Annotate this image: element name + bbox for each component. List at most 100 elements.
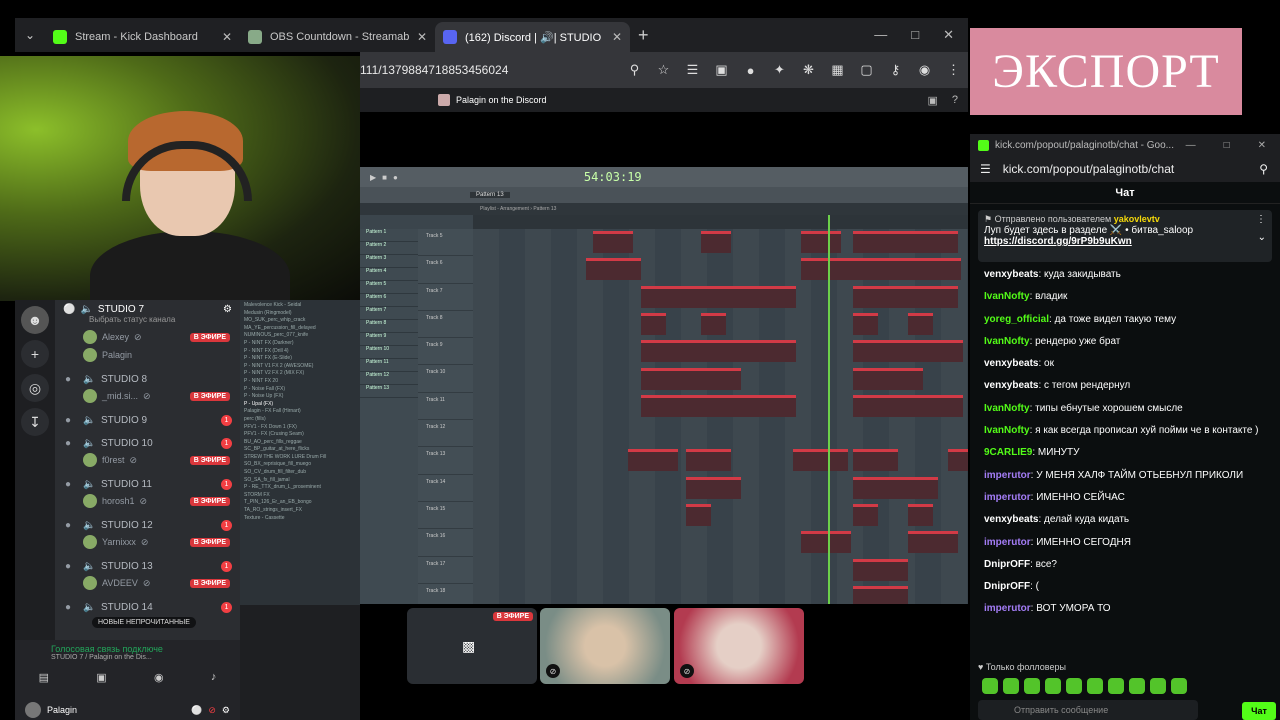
fl-pattern-item[interactable]: Pattern 9 xyxy=(360,333,418,346)
fl-track-header[interactable]: Track 13 xyxy=(418,447,473,475)
close-window-icon[interactable]: ✕ xyxy=(1258,140,1266,151)
fl-pattern-clip[interactable] xyxy=(586,258,641,281)
fl-pattern-clip[interactable] xyxy=(641,394,796,417)
fl-pattern-clip[interactable] xyxy=(853,231,913,253)
fl-browser-item[interactable]: P - Upal (FX) xyxy=(244,401,356,409)
voice-user[interactable]: Yarnixxx ⊘ В ЭФИРЕ xyxy=(55,533,240,551)
zoom-icon[interactable]: ⚲ xyxy=(620,62,649,78)
extensions-puzzle-icon[interactable]: ▦ xyxy=(823,62,852,78)
voice-channel-item[interactable]: ● 🔈 STUDIO 8 xyxy=(55,372,240,387)
fl-pattern-item[interactable]: Pattern 4 xyxy=(360,268,418,281)
pinned-user[interactable]: yakovlevtv xyxy=(1114,214,1160,224)
fl-track-header[interactable]: Track 18 xyxy=(418,584,473,604)
fl-browser-item[interactable]: PFV1 - FX Down 1 (FX) xyxy=(244,424,356,432)
close-window-icon[interactable]: ✕ xyxy=(943,27,954,43)
voice-channel-item[interactable]: ● 🔈 STUDIO 12 1 xyxy=(55,518,240,533)
fl-browser-item[interactable]: P - NINT V2 FX 2 (MIX FX) xyxy=(244,370,356,378)
fl-browser-item[interactable]: BU_AO_perc_fills_reggae xyxy=(244,439,356,447)
voice-user[interactable]: f0rest ⊘ В ЭФИРЕ xyxy=(55,451,240,469)
chat-input[interactable]: Отправить сообщение xyxy=(978,700,1198,720)
server-avatar[interactable]: ☻ xyxy=(21,306,49,334)
fl-pattern-clip[interactable] xyxy=(908,476,938,499)
maximize-icon[interactable]: □ xyxy=(911,27,919,43)
user-settings-gear-icon[interactable]: ⚙ xyxy=(222,705,240,716)
help-icon[interactable]: ? xyxy=(952,94,958,107)
chat-username[interactable]: imperutor xyxy=(984,603,1031,614)
tab-close-icon[interactable]: ✕ xyxy=(222,30,232,44)
chat-username[interactable]: imperutor xyxy=(984,470,1031,481)
fl-browser-item[interactable]: MA_YE_percussion_fill_delayed xyxy=(244,325,356,333)
fl-pattern-clip[interactable] xyxy=(908,531,958,554)
fl-pattern-clip[interactable] xyxy=(908,231,958,253)
fl-pattern-item[interactable]: Pattern 1 xyxy=(360,229,418,242)
voice-channel-item[interactable]: ● 🔈 STUDIO 9 1 xyxy=(55,413,240,428)
screen-share-icon[interactable]: ▣ xyxy=(96,671,106,684)
fl-track-header[interactable]: Track 16 xyxy=(418,529,473,557)
fl-pattern-clip[interactable] xyxy=(641,312,666,335)
fl-track-header[interactable]: Track 12 xyxy=(418,420,473,448)
chat-username[interactable]: DniprOFF xyxy=(984,581,1030,592)
fl-pattern-item[interactable]: Pattern 13 xyxy=(360,385,418,398)
chat-username[interactable]: imperutor xyxy=(984,492,1031,503)
play-icon[interactable]: ▶ xyxy=(370,173,376,182)
voice-channel-item[interactable]: ● 🔈 STUDIO 11 1 xyxy=(55,477,240,492)
fl-pattern-clip[interactable] xyxy=(701,312,726,335)
fl-browser-item[interactable]: P - NINT FX (E-Slide) xyxy=(244,355,356,363)
fl-browser-item[interactable]: P - Noise Fall (FX) xyxy=(244,386,356,394)
fl-pattern-selector[interactable]: Pattern 13 xyxy=(470,192,510,198)
fl-browser-item[interactable]: TA_RO_strings_insert_FX xyxy=(244,507,356,515)
minimize-icon[interactable]: — xyxy=(1186,140,1196,151)
fl-pattern-item[interactable]: Pattern 12 xyxy=(360,372,418,385)
fl-browser-item[interactable]: P - Noise Up (FX) xyxy=(244,393,356,401)
download-icon[interactable]: ↧ xyxy=(21,408,49,436)
fl-pattern-clip[interactable] xyxy=(628,449,678,472)
emote-icon[interactable] xyxy=(1150,678,1166,694)
site-info-icon[interactable]: ☰ xyxy=(980,162,991,176)
chat-username[interactable]: venxybeats xyxy=(984,269,1038,280)
menu-kebab-icon[interactable]: ⋮ xyxy=(939,62,968,78)
activity-gamepad-icon[interactable]: ◉ xyxy=(154,671,164,684)
fl-pattern-clip[interactable] xyxy=(686,449,731,472)
tab-close-icon[interactable]: ✕ xyxy=(612,30,622,44)
fl-browser-item[interactable]: Palagin - FX Fall (Hirnart) xyxy=(244,408,356,416)
emote-icon[interactable] xyxy=(982,678,998,694)
more-kebab-icon[interactable]: ⋮ xyxy=(1256,214,1266,225)
voice-channel-item[interactable]: ● 🔈 STUDIO 10 1 xyxy=(55,436,240,451)
screen-share-tile[interactable]: В ЭФИРЕ ▩ xyxy=(407,608,537,684)
fl-pattern-clip[interactable] xyxy=(801,258,961,281)
minimize-icon[interactable]: — xyxy=(874,27,887,43)
fl-pattern-item[interactable]: Pattern 8 xyxy=(360,320,418,333)
fl-pattern-clip[interactable] xyxy=(853,312,878,335)
voice-channel-item[interactable]: ● 🔈 STUDIO 14 1 xyxy=(55,600,240,615)
chat-username[interactable]: imperutor xyxy=(984,537,1031,548)
fl-pattern-clip[interactable] xyxy=(853,367,923,390)
extension-icon[interactable]: ✦ xyxy=(765,62,794,78)
emote-icon[interactable] xyxy=(1171,678,1187,694)
emote-icon[interactable] xyxy=(1066,678,1082,694)
search-icon[interactable]: ⚲ xyxy=(1259,162,1280,176)
fl-track-header[interactable]: Track 7 xyxy=(418,284,473,311)
voice-user[interactable]: Palagin xyxy=(55,346,240,364)
chat-send-button[interactable]: Чат xyxy=(1242,702,1276,720)
fl-pattern-clip[interactable] xyxy=(801,231,841,253)
emote-icon[interactable] xyxy=(1024,678,1040,694)
chat-username[interactable]: IvanNofty xyxy=(984,425,1030,436)
fl-pattern-clip[interactable] xyxy=(641,340,796,363)
fl-track-header[interactable]: Track 11 xyxy=(418,393,473,421)
tab-search-chevron-icon[interactable]: ⌄ xyxy=(15,18,45,52)
extension-icon[interactable]: ❋ xyxy=(794,62,823,78)
new-unread-pill[interactable]: НОВЫЕ НЕПРОЧИТАННЫЕ xyxy=(92,617,196,628)
soundboard-icon[interactable]: ♪ xyxy=(211,671,217,684)
user-avatar[interactable] xyxy=(25,702,41,718)
chat-username[interactable]: yoreg_official xyxy=(984,314,1049,325)
inbox-icon[interactable]: ▣ xyxy=(927,94,937,107)
fl-browser-item[interactable]: P - NINT FX (Drill 4) xyxy=(244,348,356,356)
fl-pattern-item[interactable]: Pattern 2 xyxy=(360,242,418,255)
mic-muted-icon[interactable]: ⚪ xyxy=(191,705,202,716)
password-key-icon[interactable]: ⚷ xyxy=(881,62,910,78)
pinned-link[interactable]: https://discord.gg/9rP9b9uKwn xyxy=(984,236,1266,247)
fl-pattern-clip[interactable] xyxy=(686,476,741,499)
fl-track-header[interactable]: Track 8 xyxy=(418,311,473,339)
fl-browser-item[interactable]: SO_SA_fx_fill_jamal xyxy=(244,477,356,485)
camera-off-icon[interactable]: ▤ xyxy=(39,671,49,684)
